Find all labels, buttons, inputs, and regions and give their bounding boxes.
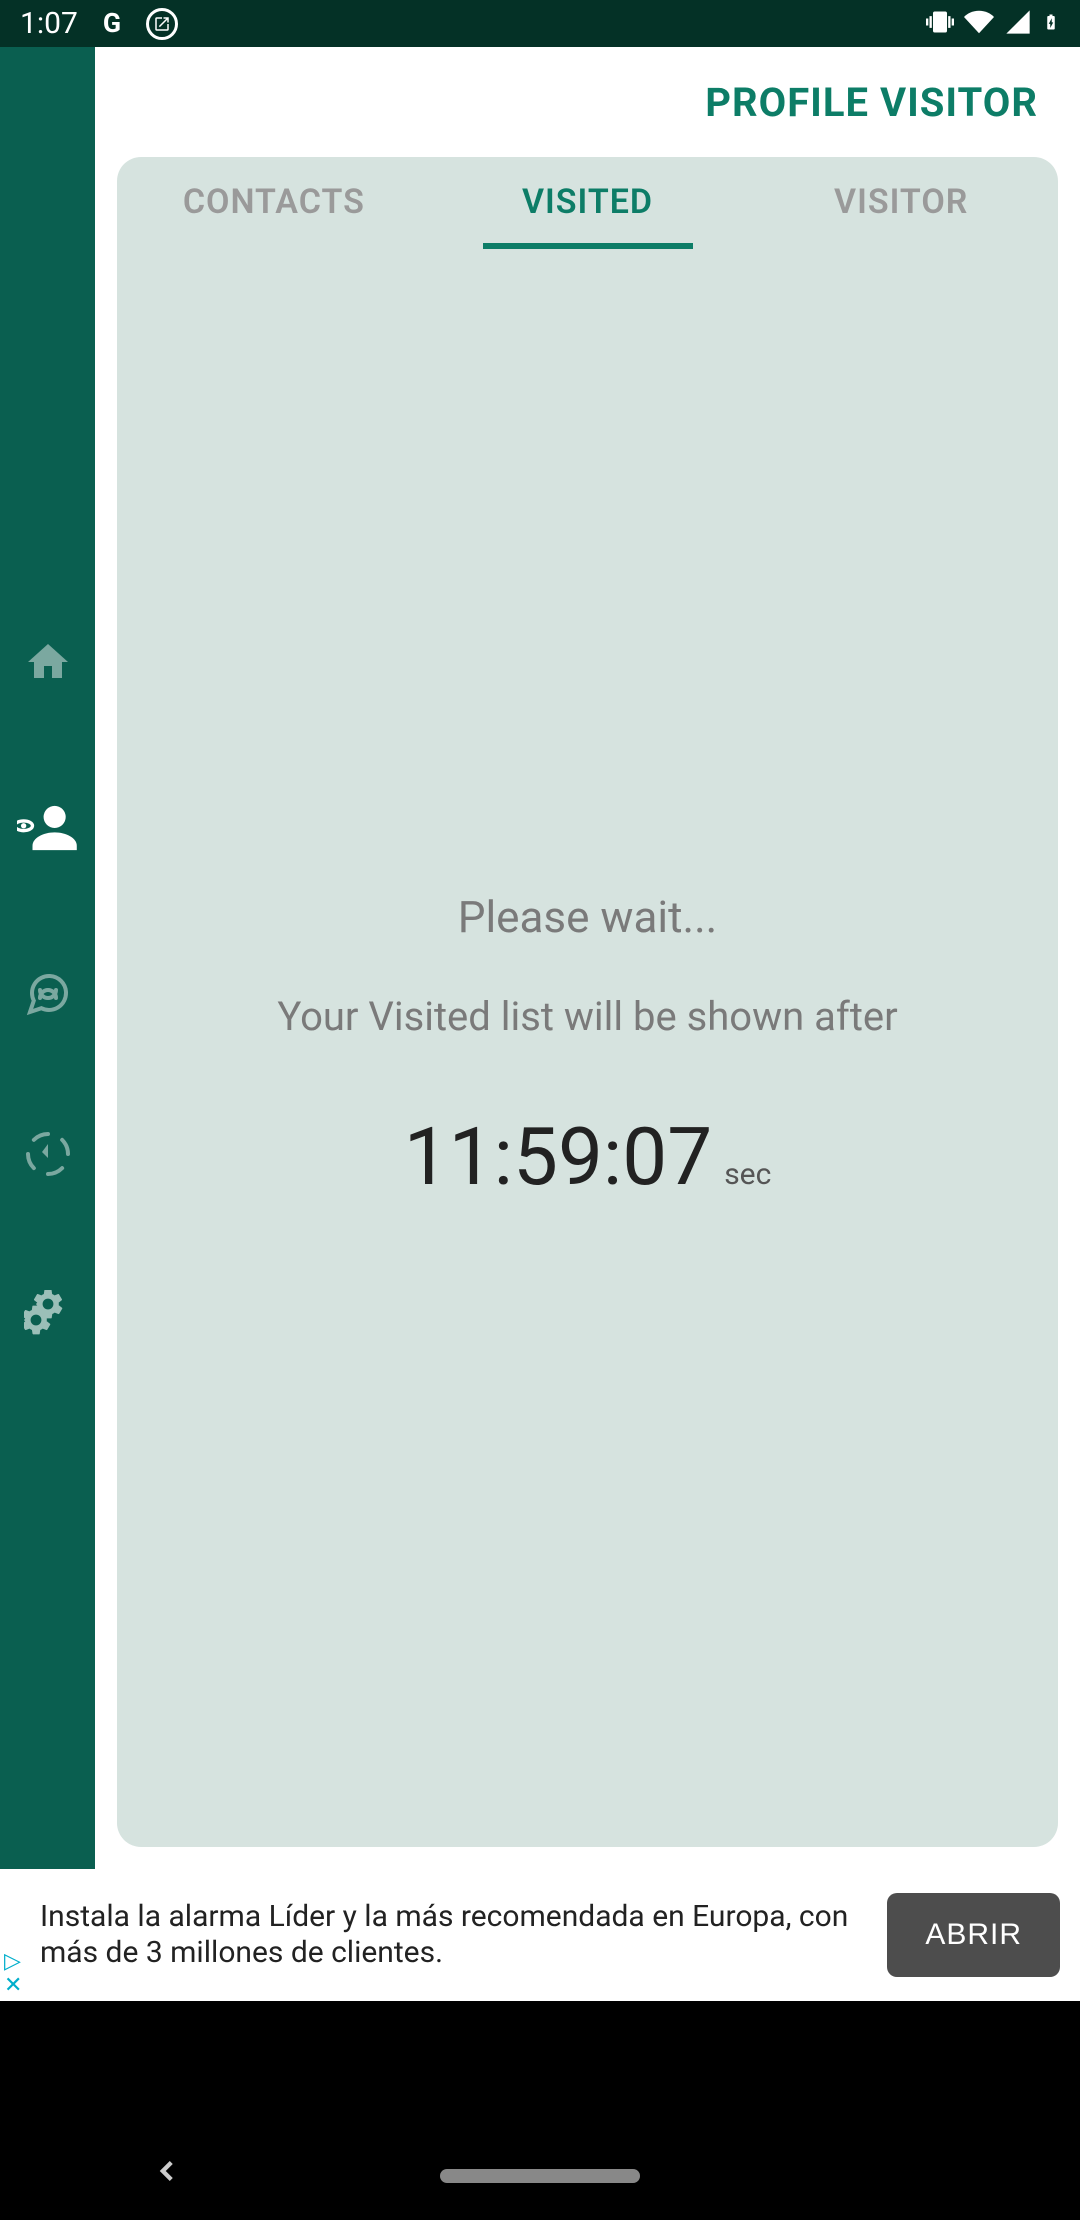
tabs: CONTACTS VISITED VISITOR bbox=[117, 157, 1058, 247]
main-container: PROFILE VISITOR CONTACTS VISITED VISITOR… bbox=[0, 47, 1080, 1869]
tab-visited[interactable]: VISITED bbox=[431, 157, 745, 247]
signal-icon bbox=[1004, 8, 1032, 40]
sidebar-status[interactable] bbox=[23, 969, 73, 1019]
sidebar bbox=[0, 47, 95, 1869]
timer-unit: sec bbox=[724, 1157, 771, 1192]
status-right bbox=[926, 7, 1060, 41]
vibrate-icon bbox=[926, 8, 954, 40]
timer-row: 11:59:07 sec bbox=[404, 1110, 772, 1204]
sidebar-settings[interactable] bbox=[23, 1289, 73, 1339]
subtext: Your Visited list will be shown after bbox=[277, 993, 897, 1040]
ad-open-button[interactable]: ABRIR bbox=[887, 1893, 1060, 1977]
wifi-icon bbox=[964, 7, 994, 41]
status-time: 1:07 bbox=[20, 6, 78, 41]
sidebar-home[interactable] bbox=[23, 637, 73, 687]
svg-text:G: G bbox=[103, 8, 121, 39]
page-title: PROFILE VISITOR bbox=[705, 79, 1038, 126]
countdown-timer: 11:59:07 bbox=[404, 1110, 713, 1204]
content: PROFILE VISITOR CONTACTS VISITED VISITOR… bbox=[95, 47, 1080, 1869]
nav-home-pill[interactable] bbox=[440, 2169, 640, 2183]
tab-visitor[interactable]: VISITOR bbox=[744, 157, 1058, 247]
ad-choices[interactable]: ▷ ✕ bbox=[4, 1951, 22, 1997]
card: CONTACTS VISITED VISITOR Please wait... … bbox=[117, 157, 1058, 1847]
sidebar-visitor[interactable] bbox=[17, 797, 79, 859]
google-icon: G bbox=[96, 8, 128, 40]
wait-text: Please wait... bbox=[458, 891, 718, 943]
ad-banner[interactable]: ▷ ✕ Instala la alarma Líder y la más rec… bbox=[0, 1869, 1080, 2001]
system-nav-bar bbox=[0, 2132, 1080, 2220]
nav-back-icon[interactable] bbox=[150, 2154, 184, 2198]
bottom-strip bbox=[0, 2001, 1080, 2132]
header: PROFILE VISITOR bbox=[95, 47, 1080, 157]
tab-contacts[interactable]: CONTACTS bbox=[117, 157, 431, 247]
app-icon bbox=[146, 8, 178, 40]
sidebar-download[interactable] bbox=[23, 1129, 73, 1179]
card-content: Please wait... Your Visited list will be… bbox=[117, 247, 1058, 1847]
status-bar: 1:07 G bbox=[0, 0, 1080, 47]
status-left: 1:07 G bbox=[20, 6, 178, 41]
battery-icon bbox=[1042, 7, 1060, 41]
ad-text: Instala la alarma Líder y la más recomen… bbox=[40, 1899, 887, 1971]
